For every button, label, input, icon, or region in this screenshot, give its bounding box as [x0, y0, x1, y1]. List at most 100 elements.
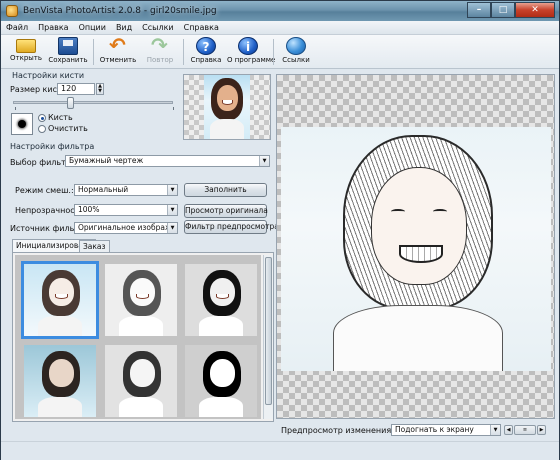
gallery-thumb[interactable]: [21, 261, 99, 339]
menu-bar: Файл Правка Опции Вид Ссылки Справка: [1, 21, 559, 35]
eye-shape: [391, 209, 405, 214]
filter-select[interactable]: Бумажный чертеж ▼: [65, 155, 270, 167]
globe-icon: [286, 37, 306, 55]
undo-arrow-icon: [108, 33, 128, 57]
help-question-icon: ?: [196, 37, 216, 55]
minimize-button[interactable]: –: [467, 2, 491, 18]
maximize-button[interactable]: □: [491, 2, 515, 18]
shirt-shape: [38, 397, 82, 417]
brush-size-slider-thumb[interactable]: [66, 97, 74, 109]
chevron-down-icon[interactable]: ▼: [167, 185, 177, 195]
toolbar: Открыть Сохранить Отменить Повтор ? Спра…: [1, 33, 559, 69]
zoom-select[interactable]: Подогнать к экрану ▼: [391, 424, 501, 436]
save-button[interactable]: Сохранить: [47, 36, 89, 68]
thumb-photo: [105, 264, 177, 336]
brush-mode-label: Кисть: [48, 113, 73, 122]
filter-source-value: Оригинальное изображение: [78, 223, 177, 232]
chevron-down-icon[interactable]: ▼: [167, 223, 177, 233]
face-shape: [49, 359, 74, 387]
smile-shape: [216, 294, 229, 299]
thumb-photo: [105, 345, 177, 417]
clear-mode-label: Очистить: [48, 124, 88, 133]
brush-size-slider-track[interactable]: [13, 101, 173, 104]
undo-button[interactable]: Отменить: [97, 33, 139, 68]
status-bar: [1, 441, 559, 460]
filter-source-select[interactable]: Оригинальное изображение ▼: [74, 222, 178, 234]
links-label: Ссылки: [282, 56, 310, 64]
about-label: О программе: [227, 56, 276, 64]
face-shape: [217, 85, 238, 111]
clear-mode-radio[interactable]: [38, 125, 46, 133]
smile-shape: [136, 294, 149, 299]
brush-size-input[interactable]: 120: [57, 83, 95, 95]
face-shape: [210, 359, 235, 387]
shirt-shape: [210, 119, 244, 139]
shirt-shape: [119, 316, 163, 336]
toolbar-separator: [273, 39, 274, 65]
gallery-thumb[interactable]: [105, 345, 177, 417]
redo-arrow-icon: [150, 33, 170, 57]
opacity-select[interactable]: 100% ▼: [74, 204, 178, 216]
menu-view[interactable]: Вид: [111, 23, 137, 32]
eye-shape: [433, 209, 447, 214]
menu-file[interactable]: Файл: [1, 23, 33, 32]
redo-label: Повтор: [146, 56, 174, 64]
chevron-down-icon[interactable]: ▼: [167, 205, 177, 215]
gallery-thumb[interactable]: [185, 345, 257, 417]
window-title: BenVista PhotoArtist 2.0.8 - girl20smile…: [23, 6, 217, 16]
fill-button[interactable]: Заполнить: [184, 183, 267, 197]
mouth-shape: [399, 245, 443, 263]
redo-button[interactable]: Повтор: [139, 33, 181, 68]
gallery-thumb[interactable]: [185, 264, 257, 336]
brush-settings-title: Настройки кисти: [12, 71, 85, 80]
chevron-down-icon[interactable]: ▼: [490, 425, 500, 435]
thumb-photo: [185, 264, 257, 336]
folder-icon: [16, 39, 36, 53]
help-button[interactable]: ? Справка: [185, 36, 227, 68]
open-button[interactable]: Открыть: [5, 36, 47, 68]
gallery-thumb[interactable]: [105, 264, 177, 336]
brush-size-spinner[interactable]: ▲ ▼: [96, 83, 104, 95]
slider-tick: [15, 107, 16, 110]
menu-edit[interactable]: Правка: [33, 23, 73, 32]
menu-help[interactable]: Справка: [179, 23, 224, 32]
brush-preview: [11, 113, 33, 135]
toolbar-separator: [93, 39, 94, 65]
gallery-thumb[interactable]: [24, 345, 96, 417]
filter-select-value: Бумажный чертеж: [69, 156, 144, 165]
zoom-value: Подогнать к экрану: [395, 425, 474, 434]
undo-label: Отменить: [99, 56, 137, 64]
app-icon[interactable]: [6, 5, 18, 17]
filter-settings-title: Настройки фильтра: [10, 142, 95, 151]
thumb-photo: [185, 345, 257, 417]
preview-filter-button[interactable]: Фильтр предпросмотра: [184, 220, 279, 234]
links-button[interactable]: Ссылки: [275, 36, 317, 68]
title-bar[interactable]: BenVista PhotoArtist 2.0.8 - girl20smile…: [1, 1, 559, 21]
horizontal-scroll-thumb[interactable]: ≡: [514, 425, 536, 435]
save-label: Сохранить: [48, 56, 88, 64]
blend-mode-select[interactable]: Нормальный ▼: [74, 184, 178, 196]
original-photo: [204, 75, 250, 139]
scroll-left-button[interactable]: ◀: [504, 425, 513, 435]
app-window: BenVista PhotoArtist 2.0.8 - girl20smile…: [0, 0, 560, 460]
smile-shape: [55, 294, 68, 299]
chevron-down-icon[interactable]: ▼: [259, 156, 269, 166]
preview-canvas[interactable]: [276, 74, 555, 419]
shirt-shape: [199, 397, 243, 417]
thumb-photo: [24, 345, 96, 417]
close-button[interactable]: ✕: [515, 2, 555, 18]
gallery-scrollbar[interactable]: [263, 255, 273, 419]
gallery-scrollbar-thumb[interactable]: [265, 257, 272, 405]
brush-mode-radio[interactable]: [38, 114, 46, 122]
open-label: Открыть: [10, 54, 42, 62]
about-button[interactable]: i О программе: [227, 36, 276, 68]
slider-tick: [173, 107, 174, 110]
menu-options[interactable]: Опции: [74, 23, 111, 32]
menu-links[interactable]: Ссылки: [137, 23, 178, 32]
info-icon: i: [238, 37, 258, 55]
floppy-disk-icon: [58, 37, 78, 55]
scroll-right-button[interactable]: ▶: [537, 425, 546, 435]
view-original-button[interactable]: Просмотр оригинала: [184, 204, 268, 218]
gallery-view: [15, 255, 261, 419]
shirt-shape: [119, 397, 163, 417]
